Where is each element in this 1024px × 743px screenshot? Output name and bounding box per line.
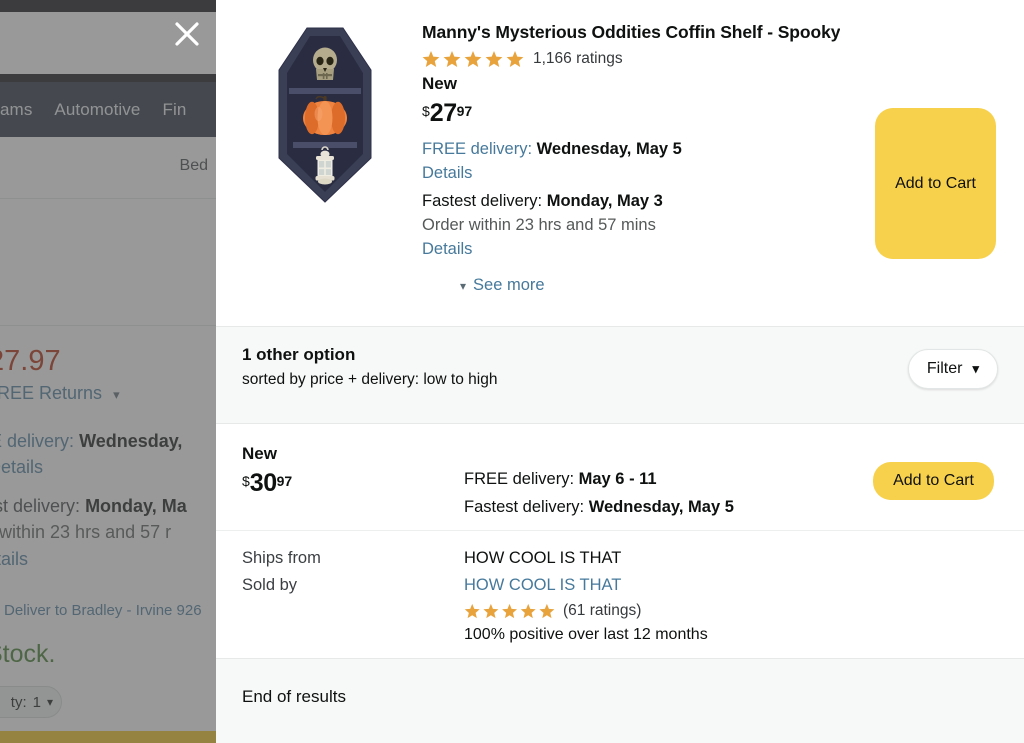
seller-rating[interactable]: (61 ratings) <box>464 602 708 620</box>
other-free-delivery-line: FREE delivery: May 6 - 11 <box>464 470 838 489</box>
seller-positive-feedback: 100% positive over last 12 months <box>464 626 708 644</box>
free-delivery-line: FREE delivery: Wednesday, May 5 <box>422 140 840 159</box>
other-offer-condition: New <box>242 444 464 464</box>
modal-backdrop[interactable] <box>0 0 216 743</box>
star-rating-icon <box>464 603 556 619</box>
product-title[interactable]: Manny's Mysterious Oddities Coffin Shelf… <box>422 22 840 43</box>
rating-count: 1,166 ratings <box>533 50 623 68</box>
other-fastest-delivery-label: Fastest delivery: <box>464 498 584 516</box>
ships-from-label: Ships from <box>242 549 464 568</box>
filter-button[interactable]: Filter ▾ <box>908 349 998 389</box>
offer-price: $ 27 97 <box>422 101 840 126</box>
other-offer-row: New $ 30 97 FREE delivery: May 6 - 11 Fa… <box>216 424 1024 530</box>
fastest-delivery-label: Fastest delivery: <box>422 192 542 210</box>
filter-label: Filter <box>927 360 963 378</box>
chevron-down-icon: ▾ <box>972 361 979 377</box>
sold-by-value-group: HOW COOL IS THAT <box>464 576 708 644</box>
condition-label: New <box>422 74 840 94</box>
end-of-results-section: End of results <box>216 658 1024 743</box>
chevron-down-icon: ▾ <box>460 279 466 293</box>
other-options-text-group: 1 other option sorted by price + deliver… <box>242 345 497 389</box>
price-fraction: 97 <box>457 104 473 118</box>
other-fastest-delivery-date: Wednesday, May 5 <box>589 498 734 516</box>
free-delivery-label: FREE delivery: <box>422 140 532 158</box>
product-rating[interactable]: 1,166 ratings <box>422 50 840 68</box>
featured-offer-details: Manny's Mysterious Oddities Coffin Shelf… <box>410 20 840 259</box>
screen-root: ams Automotive Fin Bed 27.97 FREE Return… <box>0 0 1024 743</box>
add-to-cart-button[interactable]: Add to Cart <box>875 108 996 259</box>
other-fastest-delivery-line: Fastest delivery: Wednesday, May 5 <box>464 498 838 517</box>
delivery-details-link-1[interactable]: Details <box>422 164 840 183</box>
sold-by-value[interactable]: HOW COOL IS THAT <box>464 576 708 595</box>
other-offer-price-column: New $ 30 97 <box>242 444 464 496</box>
close-icon[interactable] <box>170 17 204 51</box>
price-currency: $ <box>242 474 250 488</box>
fastest-delivery-line: Fastest delivery: Monday, May 3 <box>422 192 840 211</box>
sold-by-label: Sold by <box>242 576 464 644</box>
ships-from-value: HOW COOL IS THAT <box>464 549 621 568</box>
free-delivery-date: Wednesday, May 5 <box>537 140 682 158</box>
other-offer-add-to-cart-column: Add to Cart <box>838 444 998 500</box>
delivery-details-link-2[interactable]: Details <box>422 240 840 259</box>
price-whole: 27 <box>430 101 457 126</box>
other-options-title: 1 other option <box>242 345 497 365</box>
order-within-text: Order within 23 hrs and 57 mins <box>422 216 840 235</box>
other-options-header: 1 other option sorted by price + deliver… <box>216 326 1024 424</box>
offer-listing-modal: Manny's Mysterious Oddities Coffin Shelf… <box>216 0 1024 743</box>
other-options-subtitle: sorted by price + delivery: low to high <box>242 371 497 389</box>
ships-from-row: Ships from HOW COOL IS THAT <box>242 549 998 568</box>
star-rating-icon <box>422 50 525 68</box>
see-more-toggle[interactable]: ▾ See more <box>460 276 545 295</box>
end-of-results-label: End of results <box>242 687 346 706</box>
sold-by-row: Sold by HOW COOL IS THAT <box>242 576 998 644</box>
price-fraction: 97 <box>277 474 293 488</box>
add-to-cart-button[interactable]: Add to Cart <box>873 462 994 500</box>
product-image[interactable] <box>240 20 410 259</box>
price-currency: $ <box>422 104 430 118</box>
other-offer-delivery-column: FREE delivery: May 6 - 11 Fastest delive… <box>464 444 838 517</box>
other-free-delivery-label: FREE delivery: <box>464 470 574 488</box>
price-whole: 30 <box>250 471 277 496</box>
other-offer-price: $ 30 97 <box>242 471 464 496</box>
featured-add-to-cart-column: Add to Cart <box>840 20 1000 259</box>
featured-offer-section: Manny's Mysterious Oddities Coffin Shelf… <box>216 0 1024 326</box>
seller-info-section: Ships from HOW COOL IS THAT Sold by HOW … <box>216 530 1024 658</box>
fastest-delivery-date: Monday, May 3 <box>547 192 663 210</box>
other-free-delivery-date: May 6 - 11 <box>579 470 657 488</box>
see-more-label: See more <box>473 276 545 295</box>
seller-ratings-count: (61 ratings) <box>563 602 641 620</box>
